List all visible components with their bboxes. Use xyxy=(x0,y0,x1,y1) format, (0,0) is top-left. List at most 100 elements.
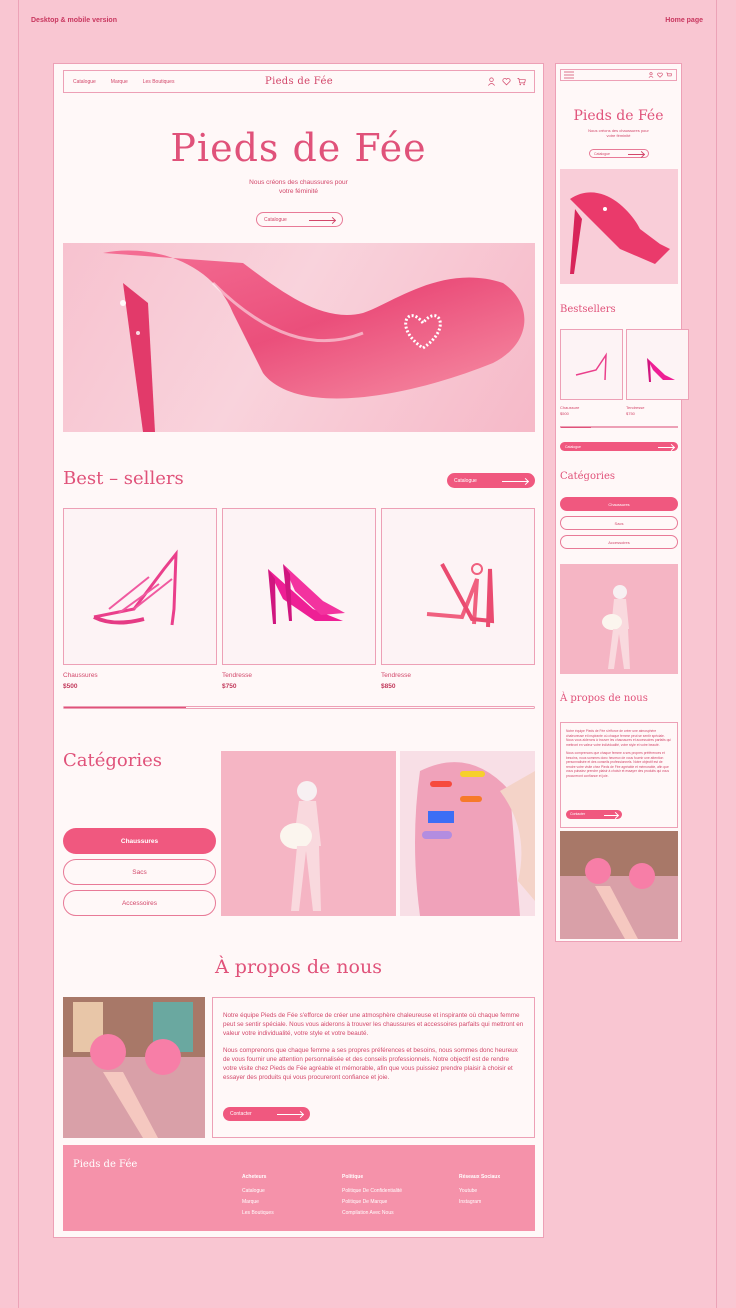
about-title: À propos de nous xyxy=(215,956,382,978)
category-accessoires[interactable]: Accessoires xyxy=(63,890,216,916)
product-card-3[interactable] xyxy=(381,508,535,665)
mobile-hero-image xyxy=(560,169,678,284)
hero-title: Pieds de Fée xyxy=(170,126,427,170)
footer-col-reseaux: Réseaux Sociaux Youtube Instagram xyxy=(459,1172,500,1208)
mobile-product-card-2[interactable] xyxy=(626,329,689,400)
footer-link[interactable]: Les Boutiques xyxy=(242,1208,274,1219)
footer-heading: Acheteurs xyxy=(242,1174,267,1180)
bestsellers-scrollbar-thumb[interactable] xyxy=(64,707,187,708)
mobile-categories-title: Catégories xyxy=(560,471,615,482)
strappy-sandal-image xyxy=(93,549,178,626)
ankle-strap-heel-image xyxy=(426,563,495,628)
nav-link-boutiques[interactable]: Les Boutiques xyxy=(143,79,175,85)
product-price-3: $850 xyxy=(381,683,396,690)
fluffy-heels-photo xyxy=(560,831,678,939)
user-icon[interactable] xyxy=(648,72,654,78)
mobile-about-image xyxy=(560,831,678,939)
product-card-1[interactable] xyxy=(63,508,217,665)
mobile-hero-catalogue-label: Catalogue xyxy=(594,151,610,156)
heart-icon[interactable] xyxy=(657,72,663,78)
mobile-hero-subtitle: Nous créons des chaussures pour votre fé… xyxy=(556,128,681,138)
mobile-product-name-2: Tendresse xyxy=(626,405,645,410)
heart-icon[interactable] xyxy=(502,77,511,86)
bestsellers-catalogue-label: Catalogue xyxy=(454,477,477,484)
strappy-sandal-image xyxy=(575,352,607,381)
bestsellers-catalogue-button[interactable]: Catalogue xyxy=(447,473,535,488)
hero-image xyxy=(63,243,535,432)
contact-button[interactable]: Contacter xyxy=(223,1107,310,1121)
desktop-page: Catalogue Marque Les Boutiques Pieds de … xyxy=(53,63,544,1238)
frame-left-line xyxy=(18,0,19,1308)
mobile-catalogue-button[interactable]: Catalogue xyxy=(560,442,678,451)
about-paragraph-1: Notre équipe Pieds de Fée s'efforce de c… xyxy=(223,1012,524,1037)
mobile-hero-catalogue-button[interactable]: Catalogue xyxy=(589,149,649,158)
user-icon[interactable] xyxy=(487,77,496,86)
mobile-category-chaussures[interactable]: Chaussures xyxy=(560,497,678,511)
mobile-scrollbar-thumb[interactable] xyxy=(561,427,591,428)
mobile-about-text-box: Notre équipe Pieds de Fée s'efforce de c… xyxy=(560,722,678,828)
footer-link[interactable]: Politique De Marque xyxy=(342,1197,402,1208)
category-sacs[interactable]: Sacs xyxy=(63,859,216,885)
pink-heel-illustration xyxy=(570,192,670,274)
fluffy-heels-photo xyxy=(63,997,205,1138)
mobile-scrollbar[interactable] xyxy=(560,426,678,428)
footer-col-acheteurs: Acheteurs Catalogue Marque Les Boutiques xyxy=(242,1172,274,1219)
frame-right-line xyxy=(716,0,717,1308)
footer-link[interactable]: Politique De Confidentialité xyxy=(342,1186,402,1197)
arrow-right-icon xyxy=(628,153,644,155)
about-paragraph-2: Nous comprenons que chaque femme a ses p… xyxy=(223,1047,518,1081)
woman-with-bag-photo xyxy=(602,585,630,669)
product-name-3: Tendresse xyxy=(381,672,411,679)
mobile-product-price-2: $750 xyxy=(626,411,635,416)
product-price-1: $500 xyxy=(63,683,78,690)
arrow-right-icon xyxy=(502,480,528,482)
mobile-product-card-1[interactable] xyxy=(560,329,623,400)
mobile-contact-button[interactable]: Contacter xyxy=(566,810,622,819)
desktop-mobile-note: Desktop & mobile version xyxy=(31,17,117,24)
bestsellers-scrollbar[interactable] xyxy=(63,706,535,709)
arrow-right-icon xyxy=(309,219,335,221)
mobile-catalogue-label: Catalogue xyxy=(565,444,581,449)
mobile-category-sacs[interactable]: Sacs xyxy=(560,516,678,530)
hero-subtitle: Nous créons des chaussures pour votre fé… xyxy=(54,178,543,196)
nav-logo[interactable]: Pieds de Fée xyxy=(265,76,333,87)
mobile-page: Pieds de Fée Nous créons des chaussures … xyxy=(555,63,689,942)
mobile-hero-title: Pieds de Fée xyxy=(573,108,664,124)
footer-col-politique: Politique Politique De Confidentialité P… xyxy=(342,1172,402,1219)
footer-link[interactable]: Marque xyxy=(242,1197,274,1208)
category-image-bag xyxy=(221,751,396,916)
mobile-about-paragraph-2: Nous comprenons que chaque femme a ses p… xyxy=(566,751,669,778)
footer-link[interactable]: Compilation Avec Nous xyxy=(342,1208,402,1219)
mobile-contact-label: Contacter xyxy=(570,812,586,817)
product-name-2: Tendresse xyxy=(222,672,252,679)
woman-with-bag-photo xyxy=(280,781,321,911)
nav-link-marque[interactable]: Marque xyxy=(111,79,128,85)
mobile-product-price-1: $500 xyxy=(560,411,569,416)
footer-heading: Politique xyxy=(342,1174,364,1180)
categories-title: Catégories xyxy=(63,750,162,771)
footer: Pieds de Fée Acheteurs Catalogue Marque … xyxy=(63,1145,535,1231)
bestsellers-title: Best – sellers xyxy=(63,468,184,489)
category-chaussures[interactable]: Chaussures xyxy=(63,828,216,854)
mobile-category-accessoires[interactable]: Accessoires xyxy=(560,535,678,549)
arrow-right-icon xyxy=(604,814,618,816)
hero-catalogue-button[interactable]: Catalogue xyxy=(256,212,343,227)
about-image xyxy=(63,997,205,1138)
footer-logo[interactable]: Pieds de Fée xyxy=(73,1159,137,1170)
hero-subtitle-line-1: Nous créons des chaussures pour xyxy=(249,179,348,186)
cart-icon[interactable] xyxy=(666,72,672,78)
category-image-accessories xyxy=(400,751,535,916)
product-card-2[interactable] xyxy=(222,508,376,665)
mobile-category-image xyxy=(560,564,678,674)
home-page-note: Home page xyxy=(665,17,703,24)
footer-link[interactable]: Instagram xyxy=(459,1197,500,1208)
mobile-product-name-1: Chaussure xyxy=(560,405,580,410)
footer-link[interactable]: Catalogue xyxy=(242,1186,274,1197)
footer-link[interactable]: Youtube xyxy=(459,1186,500,1197)
menu-icon[interactable] xyxy=(564,71,574,79)
hero-catalogue-label: Catalogue xyxy=(264,216,287,223)
cart-icon[interactable] xyxy=(517,77,526,86)
pump-heel-image xyxy=(647,358,675,382)
nav-link-catalogue[interactable]: Catalogue xyxy=(73,79,96,85)
pump-heel-image xyxy=(268,564,345,624)
